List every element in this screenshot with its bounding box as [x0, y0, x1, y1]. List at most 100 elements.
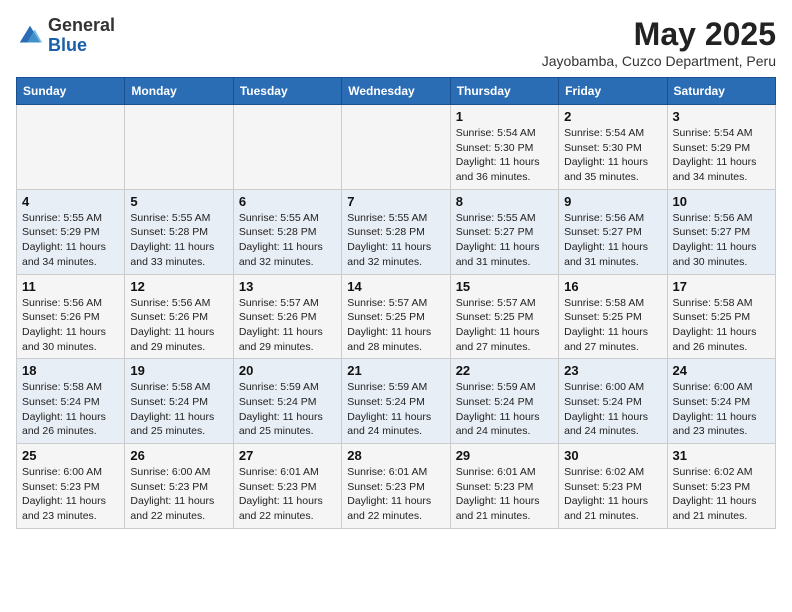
day-number: 4: [22, 194, 119, 209]
calendar-day-cell: 30Sunrise: 6:02 AM Sunset: 5:23 PM Dayli…: [559, 444, 667, 529]
month-title: May 2025: [542, 16, 776, 53]
day-info: Sunrise: 5:57 AM Sunset: 5:25 PM Dayligh…: [456, 296, 553, 355]
day-number: 19: [130, 363, 227, 378]
calendar-day-cell: 16 Sunrise: 5:58 AM Sunset: 5:25 PM Dayli…: [559, 274, 667, 359]
day-header: Wednesday: [342, 78, 450, 105]
calendar-day-cell: 9Sunrise: 5:56 AM Sunset: 5:27 PM Daylig…: [559, 189, 667, 274]
day-number: 17: [673, 279, 770, 294]
calendar-day-cell: 29Sunrise: 6:01 AM Sunset: 5:23 PM Dayli…: [450, 444, 558, 529]
logo-general-text: General: [48, 15, 115, 35]
calendar-day-cell: 19 Sunrise: 5:58 AM Sunset: 5:24 PM Dayli…: [125, 359, 233, 444]
calendar-day-cell: 17 Sunrise: 5:58 AM Sunset: 5:25 PM Dayli…: [667, 274, 775, 359]
day-info: Sunrise: 5:57 AM Sunset: 5:25 PM Dayligh…: [347, 296, 444, 355]
day-number: 8: [456, 194, 553, 209]
calendar-day-cell: 3 Sunrise: 5:54 AM Sunset: 5:29 PM Daylig…: [667, 105, 775, 190]
day-info: Sunrise: 5:58 AM Sunset: 5:25 PM Dayligh…: [564, 296, 661, 355]
day-number: 24: [673, 363, 770, 378]
day-info: Sunrise: 5:54 AM Sunset: 5:29 PM Dayligh…: [673, 126, 770, 185]
day-header: Thursday: [450, 78, 558, 105]
calendar-day-cell: 6 Sunrise: 5:55 AM Sunset: 5:28 PM Daylig…: [233, 189, 341, 274]
day-number: 25: [22, 448, 119, 463]
day-number: 14: [347, 279, 444, 294]
day-info: Sunrise: 5:55 AM Sunset: 5:27 PM Dayligh…: [456, 211, 553, 270]
day-header: Friday: [559, 78, 667, 105]
day-number: 27: [239, 448, 336, 463]
day-info: Sunrise: 5:55 AM Sunset: 5:28 PM Dayligh…: [130, 211, 227, 270]
day-number: 7: [347, 194, 444, 209]
day-info: Sunrise: 5:55 AM Sunset: 5:29 PM Dayligh…: [22, 211, 119, 270]
calendar-day-cell: 12Sunrise: 5:56 AM Sunset: 5:26 PM Dayli…: [125, 274, 233, 359]
day-number: 2: [564, 109, 661, 124]
location-subtitle: Jayobamba, Cuzco Department, Peru: [542, 53, 776, 69]
logo-icon: [16, 22, 44, 50]
day-info: Sunrise: 5:56 AM Sunset: 5:26 PM Dayligh…: [22, 296, 119, 355]
day-info: Sunrise: 5:55 AM Sunset: 5:28 PM Dayligh…: [239, 211, 336, 270]
calendar-day-cell: 23 Sunrise: 6:00 AM Sunset: 5:24 PM Dayli…: [559, 359, 667, 444]
page-header: General Blue May 2025 Jayobamba, Cuzco D…: [16, 16, 776, 69]
day-info: Sunrise: 5:55 AM Sunset: 5:28 PM Dayligh…: [347, 211, 444, 270]
calendar-week-row: 4 Sunrise: 5:55 AM Sunset: 5:29 PM Daylig…: [17, 189, 776, 274]
day-number: 28: [347, 448, 444, 463]
day-number: 1: [456, 109, 553, 124]
calendar-day-cell: 18Sunrise: 5:58 AM Sunset: 5:24 PM Dayli…: [17, 359, 125, 444]
calendar-day-cell: 14 Sunrise: 5:57 AM Sunset: 5:25 PM Dayli…: [342, 274, 450, 359]
calendar-day-cell: 7 Sunrise: 5:55 AM Sunset: 5:28 PM Daylig…: [342, 189, 450, 274]
day-number: 16: [564, 279, 661, 294]
calendar-day-cell: 4 Sunrise: 5:55 AM Sunset: 5:29 PM Daylig…: [17, 189, 125, 274]
day-number: 31: [673, 448, 770, 463]
day-header: Sunday: [17, 78, 125, 105]
day-number: 9: [564, 194, 661, 209]
calendar-week-row: 18Sunrise: 5:58 AM Sunset: 5:24 PM Dayli…: [17, 359, 776, 444]
calendar-day-cell: 8 Sunrise: 5:55 AM Sunset: 5:27 PM Daylig…: [450, 189, 558, 274]
calendar-day-cell: [342, 105, 450, 190]
calendar-day-cell: 31Sunrise: 6:02 AM Sunset: 5:23 PM Dayli…: [667, 444, 775, 529]
calendar-day-cell: 2 Sunrise: 5:54 AM Sunset: 5:30 PM Daylig…: [559, 105, 667, 190]
calendar-day-cell: 13 Sunrise: 5:57 AM Sunset: 5:26 PM Dayli…: [233, 274, 341, 359]
day-number: 23: [564, 363, 661, 378]
day-header: Tuesday: [233, 78, 341, 105]
day-number: 20: [239, 363, 336, 378]
day-number: 13: [239, 279, 336, 294]
day-info: Sunrise: 5:54 AM Sunset: 5:30 PM Dayligh…: [564, 126, 661, 185]
calendar-day-cell: [233, 105, 341, 190]
day-info: Sunrise: 5:58 AM Sunset: 5:25 PM Dayligh…: [673, 296, 770, 355]
day-number: 21: [347, 363, 444, 378]
calendar-day-cell: 26Sunrise: 6:00 AM Sunset: 5:23 PM Dayli…: [125, 444, 233, 529]
calendar-day-cell: 5 Sunrise: 5:55 AM Sunset: 5:28 PM Daylig…: [125, 189, 233, 274]
calendar-day-cell: 27Sunrise: 6:01 AM Sunset: 5:23 PM Dayli…: [233, 444, 341, 529]
day-number: 15: [456, 279, 553, 294]
day-number: 10: [673, 194, 770, 209]
calendar-day-cell: [17, 105, 125, 190]
title-block: May 2025 Jayobamba, Cuzco Department, Pe…: [542, 16, 776, 69]
calendar-week-row: 1 Sunrise: 5:54 AM Sunset: 5:30 PM Daylig…: [17, 105, 776, 190]
day-info: Sunrise: 5:59 AM Sunset: 5:24 PM Dayligh…: [456, 380, 553, 439]
day-info: Sunrise: 5:57 AM Sunset: 5:26 PM Dayligh…: [239, 296, 336, 355]
day-number: 30: [564, 448, 661, 463]
day-header: Saturday: [667, 78, 775, 105]
calendar-header-row: SundayMondayTuesdayWednesdayThursdayFrid…: [17, 78, 776, 105]
calendar-day-cell: 22Sunrise: 5:59 AM Sunset: 5:24 PM Dayli…: [450, 359, 558, 444]
day-info: Sunrise: 5:58 AM Sunset: 5:24 PM Dayligh…: [22, 380, 119, 439]
day-number: 26: [130, 448, 227, 463]
day-info: Sunrise: 5:54 AM Sunset: 5:30 PM Dayligh…: [456, 126, 553, 185]
day-info: Sunrise: 5:59 AM Sunset: 5:24 PM Dayligh…: [239, 380, 336, 439]
day-number: 6: [239, 194, 336, 209]
calendar-day-cell: 1 Sunrise: 5:54 AM Sunset: 5:30 PM Daylig…: [450, 105, 558, 190]
day-info: Sunrise: 6:00 AM Sunset: 5:24 PM Dayligh…: [564, 380, 661, 439]
calendar-week-row: 25Sunrise: 6:00 AM Sunset: 5:23 PM Dayli…: [17, 444, 776, 529]
logo: General Blue: [16, 16, 115, 56]
day-number: 5: [130, 194, 227, 209]
calendar-day-cell: 11 Sunrise: 5:56 AM Sunset: 5:26 PM Dayli…: [17, 274, 125, 359]
day-info: Sunrise: 5:56 AM Sunset: 5:26 PM Dayligh…: [130, 296, 227, 355]
day-info: Sunrise: 5:56 AM Sunset: 5:27 PM Dayligh…: [673, 211, 770, 270]
day-header: Monday: [125, 78, 233, 105]
calendar-day-cell: 25Sunrise: 6:00 AM Sunset: 5:23 PM Dayli…: [17, 444, 125, 529]
day-info: Sunrise: 5:58 AM Sunset: 5:24 PM Dayligh…: [130, 380, 227, 439]
day-number: 29: [456, 448, 553, 463]
calendar-day-cell: 15 Sunrise: 5:57 AM Sunset: 5:25 PM Dayli…: [450, 274, 558, 359]
day-info: Sunrise: 6:01 AM Sunset: 5:23 PM Dayligh…: [347, 465, 444, 524]
calendar-day-cell: 24Sunrise: 6:00 AM Sunset: 5:24 PM Dayli…: [667, 359, 775, 444]
day-number: 11: [22, 279, 119, 294]
logo-blue-text: Blue: [48, 35, 87, 55]
day-number: 3: [673, 109, 770, 124]
